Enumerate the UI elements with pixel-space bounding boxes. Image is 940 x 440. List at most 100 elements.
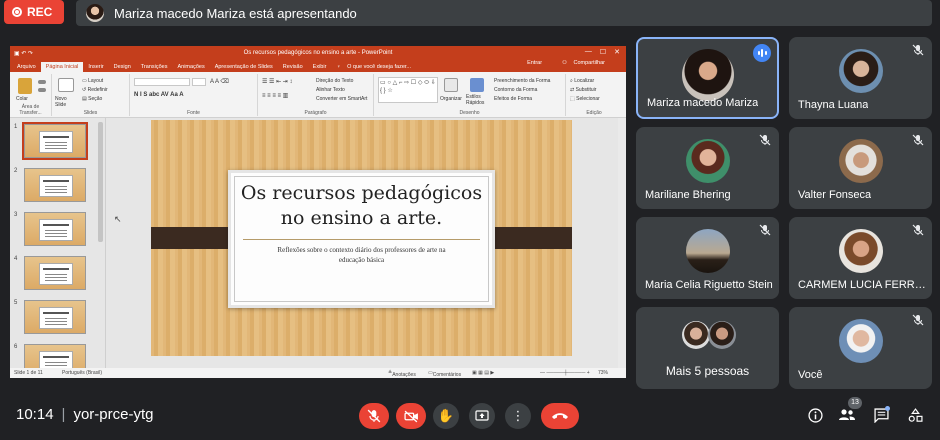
participant-avatar	[838, 319, 883, 363]
participant-tile[interactable]: Maria Celia Riguetto Stein	[636, 217, 779, 299]
participant-tile[interactable]: Valter Fonseca	[789, 127, 932, 209]
slide-thumbnails: 1 2 3 4 5 6	[10, 118, 106, 378]
cut-icon	[38, 80, 46, 84]
new-slide-icon	[58, 78, 74, 92]
ppt-tab: Design	[113, 64, 131, 70]
participant-name: Mariliane Bhering	[645, 189, 731, 201]
mic-off-icon	[912, 134, 924, 146]
shape-outline-label: Contorno da Forma	[494, 87, 538, 93]
mic-off-icon	[912, 44, 924, 56]
leave-call-button[interactable]	[541, 403, 579, 429]
participant-tile[interactable]: CARMEM LUCIA FERREIRA	[789, 217, 932, 299]
participant-name: Thayna Luana	[798, 99, 869, 111]
view-icons: ▣ ▦ ▤ ▶	[472, 370, 495, 376]
font-size-field	[192, 78, 206, 86]
ppt-tab: Inserir	[88, 64, 104, 70]
align-icons: ≡ ≡ ≡ ≡ ▥	[262, 93, 289, 99]
ppt-ribbon-tabs: Arquivo Página Inicial Inserir Design Tr…	[10, 60, 626, 72]
arrange-label: Organizar	[440, 96, 462, 102]
list-icons: ☰ ☰ ⇤ ⇥ ↕	[262, 79, 293, 85]
ppt-tab: Página Inicial	[40, 62, 84, 72]
drawing-group: ▭ ○ △ ⌐ ⇨ ☐ ◇ ⬭ ⇩ { } ☆ Organizar Estilo…	[374, 74, 566, 116]
clipboard-group: Colar Área de Transfer...	[10, 74, 52, 116]
language-status: Português (Brasil)	[62, 370, 103, 376]
rec-label: REC	[27, 5, 53, 19]
raise-hand-button[interactable]: ✋	[433, 403, 459, 429]
slide-thumbnail: 1	[12, 122, 100, 160]
toggle-camera-button[interactable]	[396, 403, 426, 429]
speaking-indicator-icon	[753, 44, 771, 62]
layout-label: ▭ Layout	[82, 78, 104, 84]
ppt-tab: Transições	[140, 64, 168, 70]
participant-name: Valter Fonseca	[798, 189, 872, 201]
chat-button[interactable]	[870, 404, 892, 426]
copy-icon	[38, 88, 46, 92]
ppt-titlebar: ▣ ↶ ↷ Os recursos pedagógicos no ensino …	[10, 46, 626, 60]
toggle-mic-button[interactable]	[359, 403, 389, 429]
present-screen-button[interactable]	[469, 403, 495, 429]
quick-styles-label: Estilos Rápidos	[466, 94, 485, 106]
share-link: ⚇ Compartilhar	[562, 60, 605, 66]
presenting-banner: Mariza macedo Mariza está apresentando	[76, 0, 932, 26]
slides-group: Novo Slide ▭ Layout ↺ Redefinir ▤ Seção …	[52, 74, 130, 116]
thumbnail-scrollbar	[98, 122, 103, 242]
slide-subtitle: Reflexões sobre o contexto diário dos pr…	[277, 246, 446, 264]
activities-button[interactable]	[904, 404, 926, 426]
zoom-slider: — ─────┼───── +	[540, 370, 590, 376]
tell-me-box: ♀ O que você deseja fazer...	[336, 64, 411, 70]
participant-avatar	[838, 229, 883, 273]
text-direction-label: Direção do Texto	[316, 78, 354, 84]
hang-up-icon	[552, 413, 568, 419]
ppt-window-title: Os recursos pedagógicos no ensino a arte…	[243, 50, 393, 56]
participant-name: Maria Celia Riguetto Stein	[645, 279, 773, 291]
slide-title-card: Os recursos pedagógicos no ensino a arte…	[228, 170, 495, 308]
participant-tile[interactable]: Thayna Luana	[789, 37, 932, 119]
group-label: Fonte	[187, 110, 200, 116]
more-options-button[interactable]: ⋮	[505, 403, 531, 429]
slide-divider	[243, 239, 480, 240]
ppt-tab: Exibir	[312, 64, 327, 70]
font-group: A A ⌫ N I S abc AV Aa A Fonte	[130, 74, 258, 116]
ppt-tab: Animações	[177, 64, 205, 70]
group-label: Slides	[83, 110, 98, 116]
section-label: ▤ Seção	[82, 96, 103, 102]
camera-off-icon	[403, 410, 418, 422]
participant-avatar	[682, 321, 710, 349]
replace-label: ⇄ Substituir	[570, 87, 597, 93]
mouse-cursor-icon: ↖	[114, 214, 122, 224]
people-icon	[839, 409, 855, 420]
shape-fill-label: Preenchimento da Forma	[494, 78, 551, 84]
top-bar: REC Mariza macedo Mariza está apresentan…	[0, 0, 940, 26]
ppt-tab: Apresentação de Slides	[214, 64, 273, 70]
paste-icon	[18, 78, 32, 94]
new-slide-label: Novo Slide	[55, 96, 67, 108]
participant-name: CARMEM LUCIA FERREIRA	[798, 279, 926, 291]
paragraph-group: ☰ ☰ ⇤ ⇥ ↕ ≡ ≡ ≡ ≡ ▥ Direção do Texto Ali…	[258, 74, 374, 116]
participant-avatar	[681, 49, 734, 101]
find-label: ⌕ Localizar	[570, 78, 595, 84]
group-label: Área de Transfer...	[19, 104, 42, 116]
slide-band-right	[488, 227, 572, 249]
participant-avatar	[838, 49, 883, 93]
participant-name: Você	[798, 369, 823, 381]
shared-screen: ▣ ↶ ↷ Os recursos pedagógicos no ensino …	[10, 46, 626, 378]
group-label: Desenho	[459, 110, 480, 116]
quick-styles-icon	[470, 78, 484, 92]
ppt-statusbar: Slide 1 de 11 Português (Brasil) ≜ Anota…	[10, 368, 626, 378]
sign-in-link: Entrar	[527, 60, 543, 66]
more-participants-tile[interactable]: Mais 5 pessoas	[636, 307, 779, 389]
participant-tile[interactable]: Mariza macedo Mariza	[636, 37, 779, 119]
zoom-level: 73%	[598, 370, 609, 376]
participant-avatar	[708, 321, 736, 349]
mic-off-icon	[367, 409, 381, 423]
self-tile[interactable]: Você	[789, 307, 932, 389]
presenter-avatar	[86, 4, 104, 22]
align-text-label: Alinhar Texto	[316, 87, 345, 93]
activities-icon	[908, 407, 923, 422]
meeting-info: 10:14 | yor-prce-ytg	[16, 406, 154, 423]
participant-tile[interactable]: Mariliane Bhering	[636, 127, 779, 209]
meeting-details-button[interactable]	[804, 404, 826, 426]
presenting-text: Mariza macedo Mariza está apresentando	[114, 5, 357, 21]
participant-avatar	[685, 229, 730, 273]
present-screen-icon	[475, 410, 489, 421]
